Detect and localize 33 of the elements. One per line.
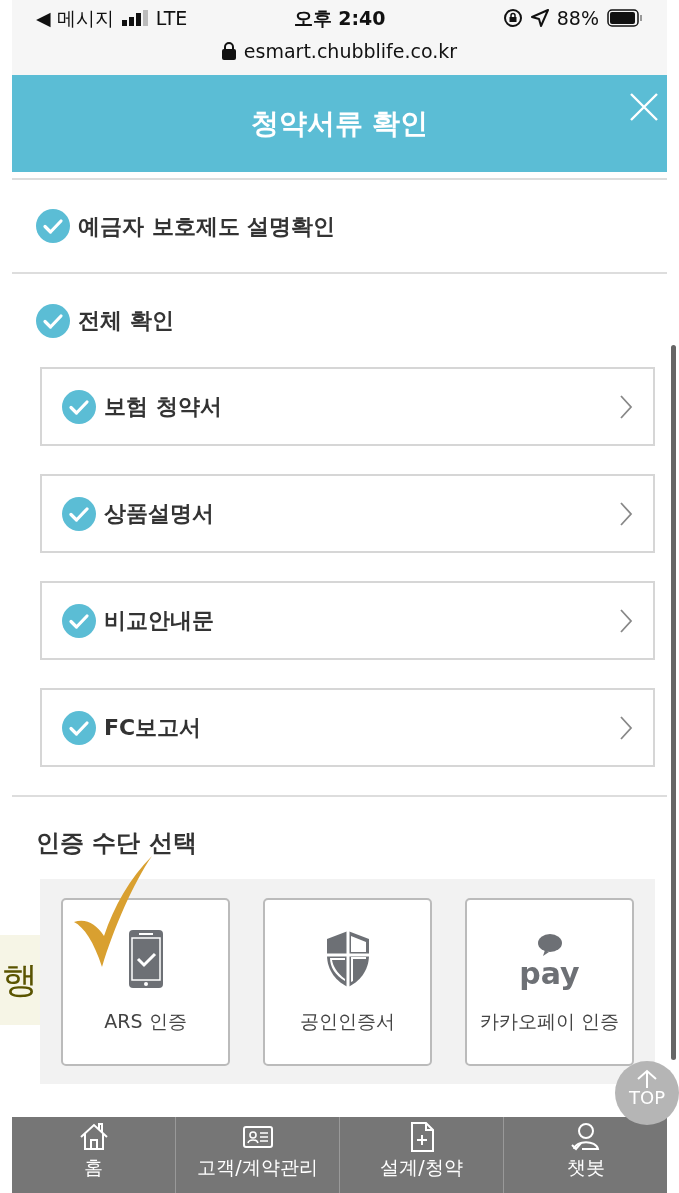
back-link[interactable]: ◀ 메시지 — [36, 4, 114, 33]
signal-icon — [121, 10, 148, 27]
chevron-right-icon — [619, 714, 633, 741]
chevron-right-icon — [619, 500, 633, 527]
section-title: 인증 수단 선택 — [36, 829, 197, 857]
document-row[interactable]: FC보고서 — [40, 688, 655, 767]
document-row[interactable]: 비교안내문 — [40, 581, 655, 660]
document-row[interactable]: 상품설명서 — [40, 474, 655, 553]
chevron-right-icon — [619, 393, 633, 420]
checkbox-label[interactable]: 예금자 보호제도 설명확인 — [78, 209, 336, 243]
lock-icon — [221, 41, 236, 60]
clock-time: 오후 2:40 — [292, 6, 387, 31]
checkbox-label[interactable]: 전체 확인 — [78, 304, 174, 337]
auth-option[interactable]: pay 카카오페이 인증 — [465, 898, 634, 1066]
auth-option[interactable]: ARS 인증 — [61, 898, 230, 1066]
url-text: esmart.chubblife.co.kr — [243, 38, 458, 64]
document-row[interactable]: 보험 청약서 — [40, 367, 655, 446]
nav-tab[interactable]: 홈 — [12, 1117, 175, 1193]
battery-icon — [607, 9, 643, 28]
person-icon — [569, 1121, 602, 1153]
nav-tab[interactable]: 설계/청약 — [339, 1117, 503, 1193]
rotation-lock-icon — [502, 8, 523, 29]
arrow-up-icon — [636, 1069, 658, 1089]
page-title: 청약서류 확인 — [250, 105, 429, 142]
carrier-label: LTE — [155, 6, 188, 31]
chevron-right-icon — [619, 607, 633, 634]
side-text: 행 — [0, 935, 40, 1025]
auth-option[interactable]: 공인인증서 — [263, 898, 432, 1066]
battery-percent: 88% — [556, 6, 599, 31]
close-button[interactable] — [629, 92, 659, 122]
nav-tab[interactable]: 고객/계약관리 — [175, 1117, 339, 1193]
location-arrow-icon — [530, 9, 549, 28]
pay-logo: pay — [519, 958, 580, 989]
